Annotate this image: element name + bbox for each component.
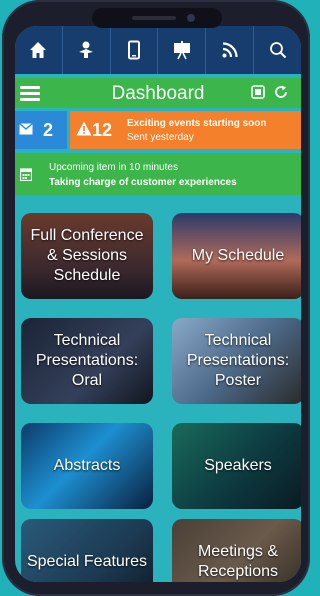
upcoming-banner[interactable]: Upcoming item in 10 minutes Taking charg… bbox=[15, 153, 301, 195]
search-button[interactable] bbox=[254, 26, 301, 74]
tile-label: Special Features bbox=[26, 553, 148, 570]
alerts-row: 2 12 Exciting events starting soon Sent … bbox=[15, 111, 301, 149]
feed-button[interactable] bbox=[206, 26, 255, 74]
upcoming-session: Taking charge of customer experiences bbox=[49, 177, 237, 188]
attendee-button[interactable] bbox=[63, 26, 111, 74]
home-button[interactable] bbox=[15, 26, 63, 74]
tile-label: Technical Presentations: Oral bbox=[35, 332, 139, 389]
tile-meetings-receptions[interactable]: Meetings & Receptions bbox=[172, 519, 301, 582]
search-icon bbox=[269, 42, 286, 59]
tile-full-schedule[interactable]: Full Conference & Sessions Schedule bbox=[21, 213, 153, 299]
alert-title: Exciting events starting soon bbox=[127, 118, 267, 129]
rss-icon bbox=[222, 42, 238, 58]
messages-count: 2 bbox=[43, 120, 54, 140]
user-icon bbox=[79, 41, 94, 58]
edit-icon[interactable] bbox=[251, 85, 265, 99]
home-icon bbox=[30, 42, 47, 58]
mail-icon bbox=[19, 123, 33, 135]
tile-label: Meetings & Receptions bbox=[197, 543, 279, 580]
tile-oral-presentations[interactable]: Technical Presentations: Oral bbox=[21, 318, 153, 404]
alerts-notification[interactable]: 12 Exciting events starting soon Sent ye… bbox=[70, 111, 301, 149]
tile-label: My Schedule bbox=[191, 247, 285, 264]
tile-abstracts[interactable]: Abstracts bbox=[21, 423, 153, 509]
camera-icon bbox=[187, 14, 195, 22]
tile-label: Full Conference & Sessions Schedule bbox=[30, 227, 144, 284]
tile-my-schedule[interactable]: My Schedule bbox=[172, 213, 301, 299]
refresh-icon[interactable] bbox=[273, 84, 289, 100]
mobile-icon bbox=[128, 40, 141, 60]
upcoming-time: Upcoming item in 10 minutes bbox=[49, 162, 178, 173]
phone-notch bbox=[92, 8, 222, 28]
tile-special-features[interactable]: Special Features bbox=[21, 519, 153, 582]
tile-label: Technical Presentations: Poster bbox=[186, 332, 290, 389]
tile-label: Speakers bbox=[204, 457, 272, 474]
top-nav bbox=[15, 26, 301, 74]
tile-label: Abstracts bbox=[53, 457, 121, 474]
presentation-button[interactable] bbox=[158, 26, 207, 74]
presentation-icon bbox=[173, 41, 190, 60]
messages-badge[interactable]: 2 bbox=[15, 111, 67, 149]
alert-time: Sent yesterday bbox=[127, 132, 194, 143]
tile-speakers[interactable]: Speakers bbox=[172, 423, 301, 509]
alerts-count: 12 bbox=[92, 120, 113, 140]
mobile-button[interactable] bbox=[111, 26, 159, 74]
speaker-grille bbox=[132, 16, 176, 20]
app-screen: Dashboard 2 12 Exciting events starting … bbox=[15, 26, 301, 582]
phone-frame: Dashboard 2 12 Exciting events starting … bbox=[2, 0, 310, 596]
calendar-icon bbox=[20, 168, 32, 181]
dashboard-bar: Dashboard bbox=[15, 78, 301, 108]
warning-icon bbox=[76, 121, 92, 136]
tile-poster-presentations[interactable]: Technical Presentations: Poster bbox=[172, 318, 301, 404]
